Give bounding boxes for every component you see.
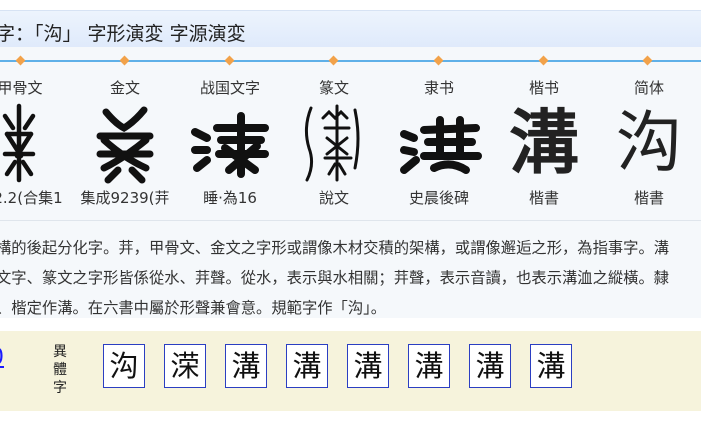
variant-char-box[interactable]: 溁 [164, 344, 206, 388]
stage-label-zhanguo: 战国文字 [199, 79, 261, 97]
variant-label-char: 異 [53, 344, 67, 360]
description-line-2: 文字、篆文之字形皆係從水、茾聲。從水，表示與水相關；茾聲，表示音讀，也表示溝洫之… [0, 269, 670, 287]
variant-link[interactable]: 0 [0, 345, 4, 370]
stage-label-jianti: 简体 [633, 79, 665, 97]
section-divider [0, 220, 701, 221]
glyph-lishu [400, 116, 482, 174]
glyph-zhanguo [191, 112, 269, 178]
stage-label-kaishu: 楷书 [528, 79, 560, 97]
source-zhuanwen: 說文 [318, 189, 350, 207]
source-jianti: 楷書 [633, 189, 665, 207]
source-lishu: 史晨後碑 [408, 189, 470, 207]
glyph-kaishu: 溝 [509, 101, 579, 184]
variant-label-char: 字 [53, 380, 67, 396]
stage-label-jinwen: 金文 [109, 79, 141, 97]
variant-char-box[interactable]: 溝 [286, 344, 328, 388]
description-line-3: 、楷定作溝。在六書中屬於形聲兼會意。規範字作「沟」。 [0, 299, 387, 317]
source-zhanguo: 睡·為16 [203, 189, 257, 207]
variant-label-char: 體 [53, 362, 67, 378]
variant-char-box[interactable]: 溝 [347, 344, 389, 388]
variant-char-box[interactable]: 溝 [530, 344, 572, 388]
glyph-zhuanwen [304, 104, 360, 182]
source-jiaguwen: 2.2(合集1 [0, 189, 63, 207]
variant-char-box[interactable]: 沟 [103, 344, 145, 388]
variant-char-box[interactable]: 溝 [469, 344, 511, 388]
glyph-jiaguwen [2, 103, 36, 183]
page-title: 字：「沟」 字形演変 字源演変 [0, 23, 246, 45]
glyph-jinwen [96, 106, 154, 184]
stage-label-zhuanwen: 篆文 [318, 79, 350, 97]
variant-label: 異 體 字 [51, 343, 69, 397]
variant-char-box[interactable]: 溝 [225, 344, 267, 388]
timeline-line [0, 60, 701, 62]
variant-char-box[interactable]: 溝 [408, 344, 450, 388]
source-jinwen: 集成9239(茾 [80, 189, 170, 207]
stage-label-jiaguwen: 甲骨文 [0, 79, 43, 97]
description-line-1: 構的後起分化字。茾，甲骨文、金文之字形或謂像木材交積的架構，或謂像邂逅之形，為指… [0, 239, 670, 257]
stage-label-lishu: 隶书 [423, 79, 455, 97]
glyph-jianti: 沟 [616, 104, 682, 181]
source-kaishu: 楷書 [528, 189, 560, 207]
